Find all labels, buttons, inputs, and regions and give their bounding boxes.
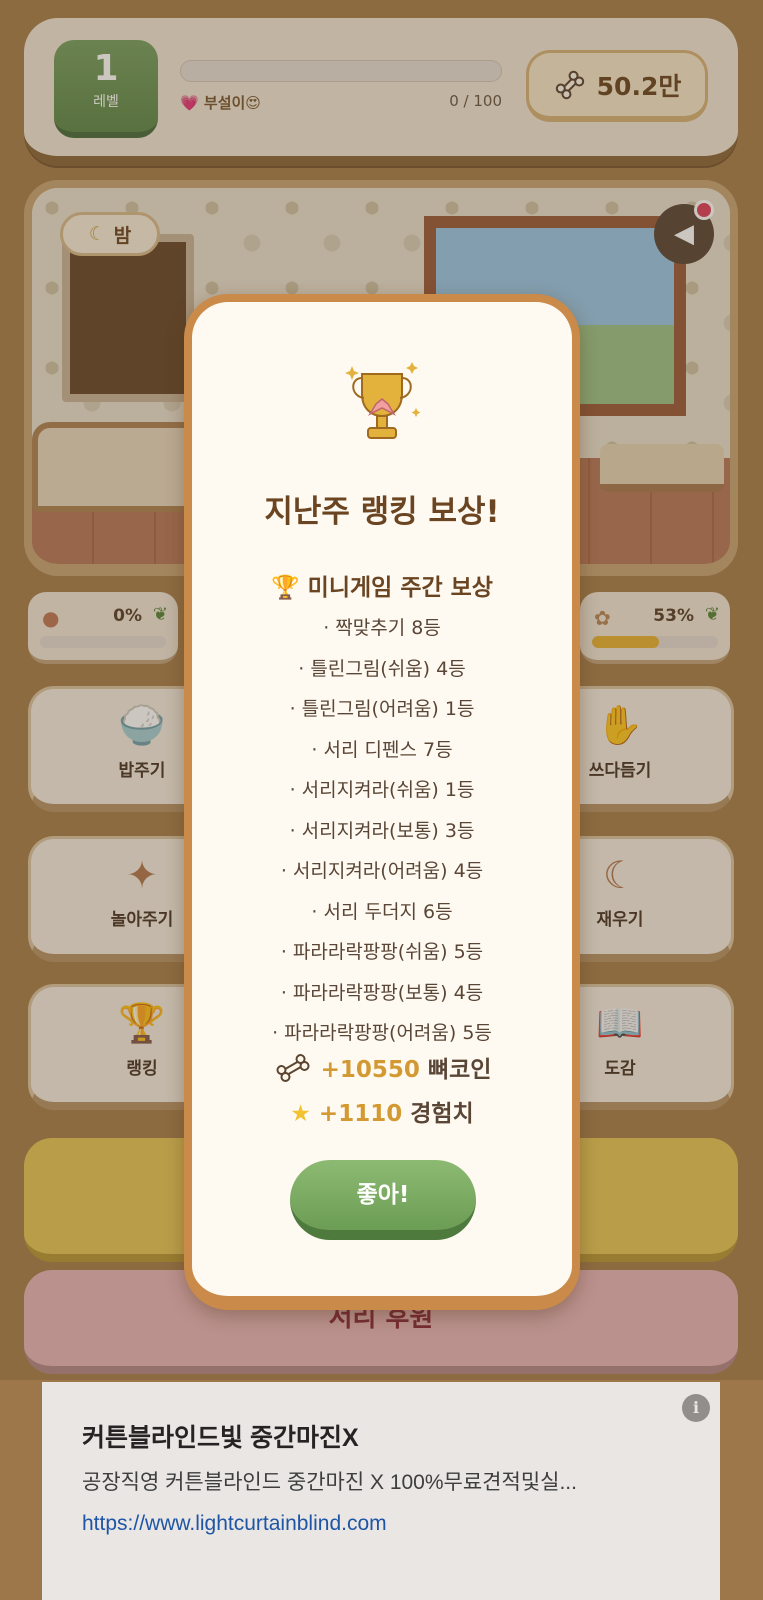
rank-item: · 틀린그림(어려움) 1등 bbox=[289, 698, 475, 720]
coin-reward-unit: 뼈코인 bbox=[427, 1057, 492, 1083]
rank-item: · 서리 디펜스 7등 bbox=[311, 738, 453, 761]
rank-item: · 짝맞추기 8등 bbox=[323, 617, 441, 639]
coin-reward: +10550 뼈코인 bbox=[192, 1050, 572, 1084]
rank-results-list: · 짝맞추기 8등 · 틀린그림(쉬움) 4등 · 틀린그림(어려움) 1등 ·… bbox=[192, 608, 572, 1054]
section-heading: 🏆 미니게임 주간 보상 bbox=[192, 568, 572, 602]
star-icon: ★ bbox=[290, 1101, 311, 1127]
small-trophy-icon: 🏆 bbox=[271, 575, 300, 601]
exp-reward-unit: 경험치 bbox=[410, 1101, 474, 1127]
rank-item: · 서리지켜라(보통) 3등 bbox=[289, 819, 475, 842]
rank-item: · 틀린그림(쉬움) 4등 bbox=[298, 657, 466, 680]
rank-item: · 파라라락팡팡(어려움) 5등 bbox=[272, 1022, 492, 1044]
rank-item: · 서리지켜라(어려움) 4등 bbox=[280, 860, 484, 882]
rank-item: · 서리 두더지 6등 bbox=[311, 900, 453, 923]
rank-item: · 파라라락팡팡(보통) 4등 bbox=[280, 981, 484, 1004]
modal-backdrop-lower bbox=[0, 1380, 763, 1600]
confirm-button[interactable]: 좋아! bbox=[290, 1160, 476, 1240]
exp-reward: ★ +1110 경험치 bbox=[192, 1094, 572, 1128]
rank-item: · 파라라락팡팡(쉬움) 5등 bbox=[280, 941, 484, 963]
section-heading-text: 미니게임 주간 보상 bbox=[307, 575, 493, 601]
trophy-icon bbox=[192, 354, 572, 458]
weekly-ranking-reward-dialog: 지난주 랭킹 보상! 🏆 미니게임 주간 보상 · 짝맞추기 8등 · 틀린그림… bbox=[184, 294, 580, 1310]
rank-item: · 서리지켜라(쉬움) 1등 bbox=[289, 779, 475, 801]
exp-reward-amount: +1110 bbox=[318, 1101, 403, 1127]
bone-icon bbox=[276, 1054, 310, 1082]
dialog-title: 지난주 랭킹 보상! bbox=[264, 494, 500, 530]
coin-reward-amount: +10550 bbox=[320, 1057, 420, 1083]
